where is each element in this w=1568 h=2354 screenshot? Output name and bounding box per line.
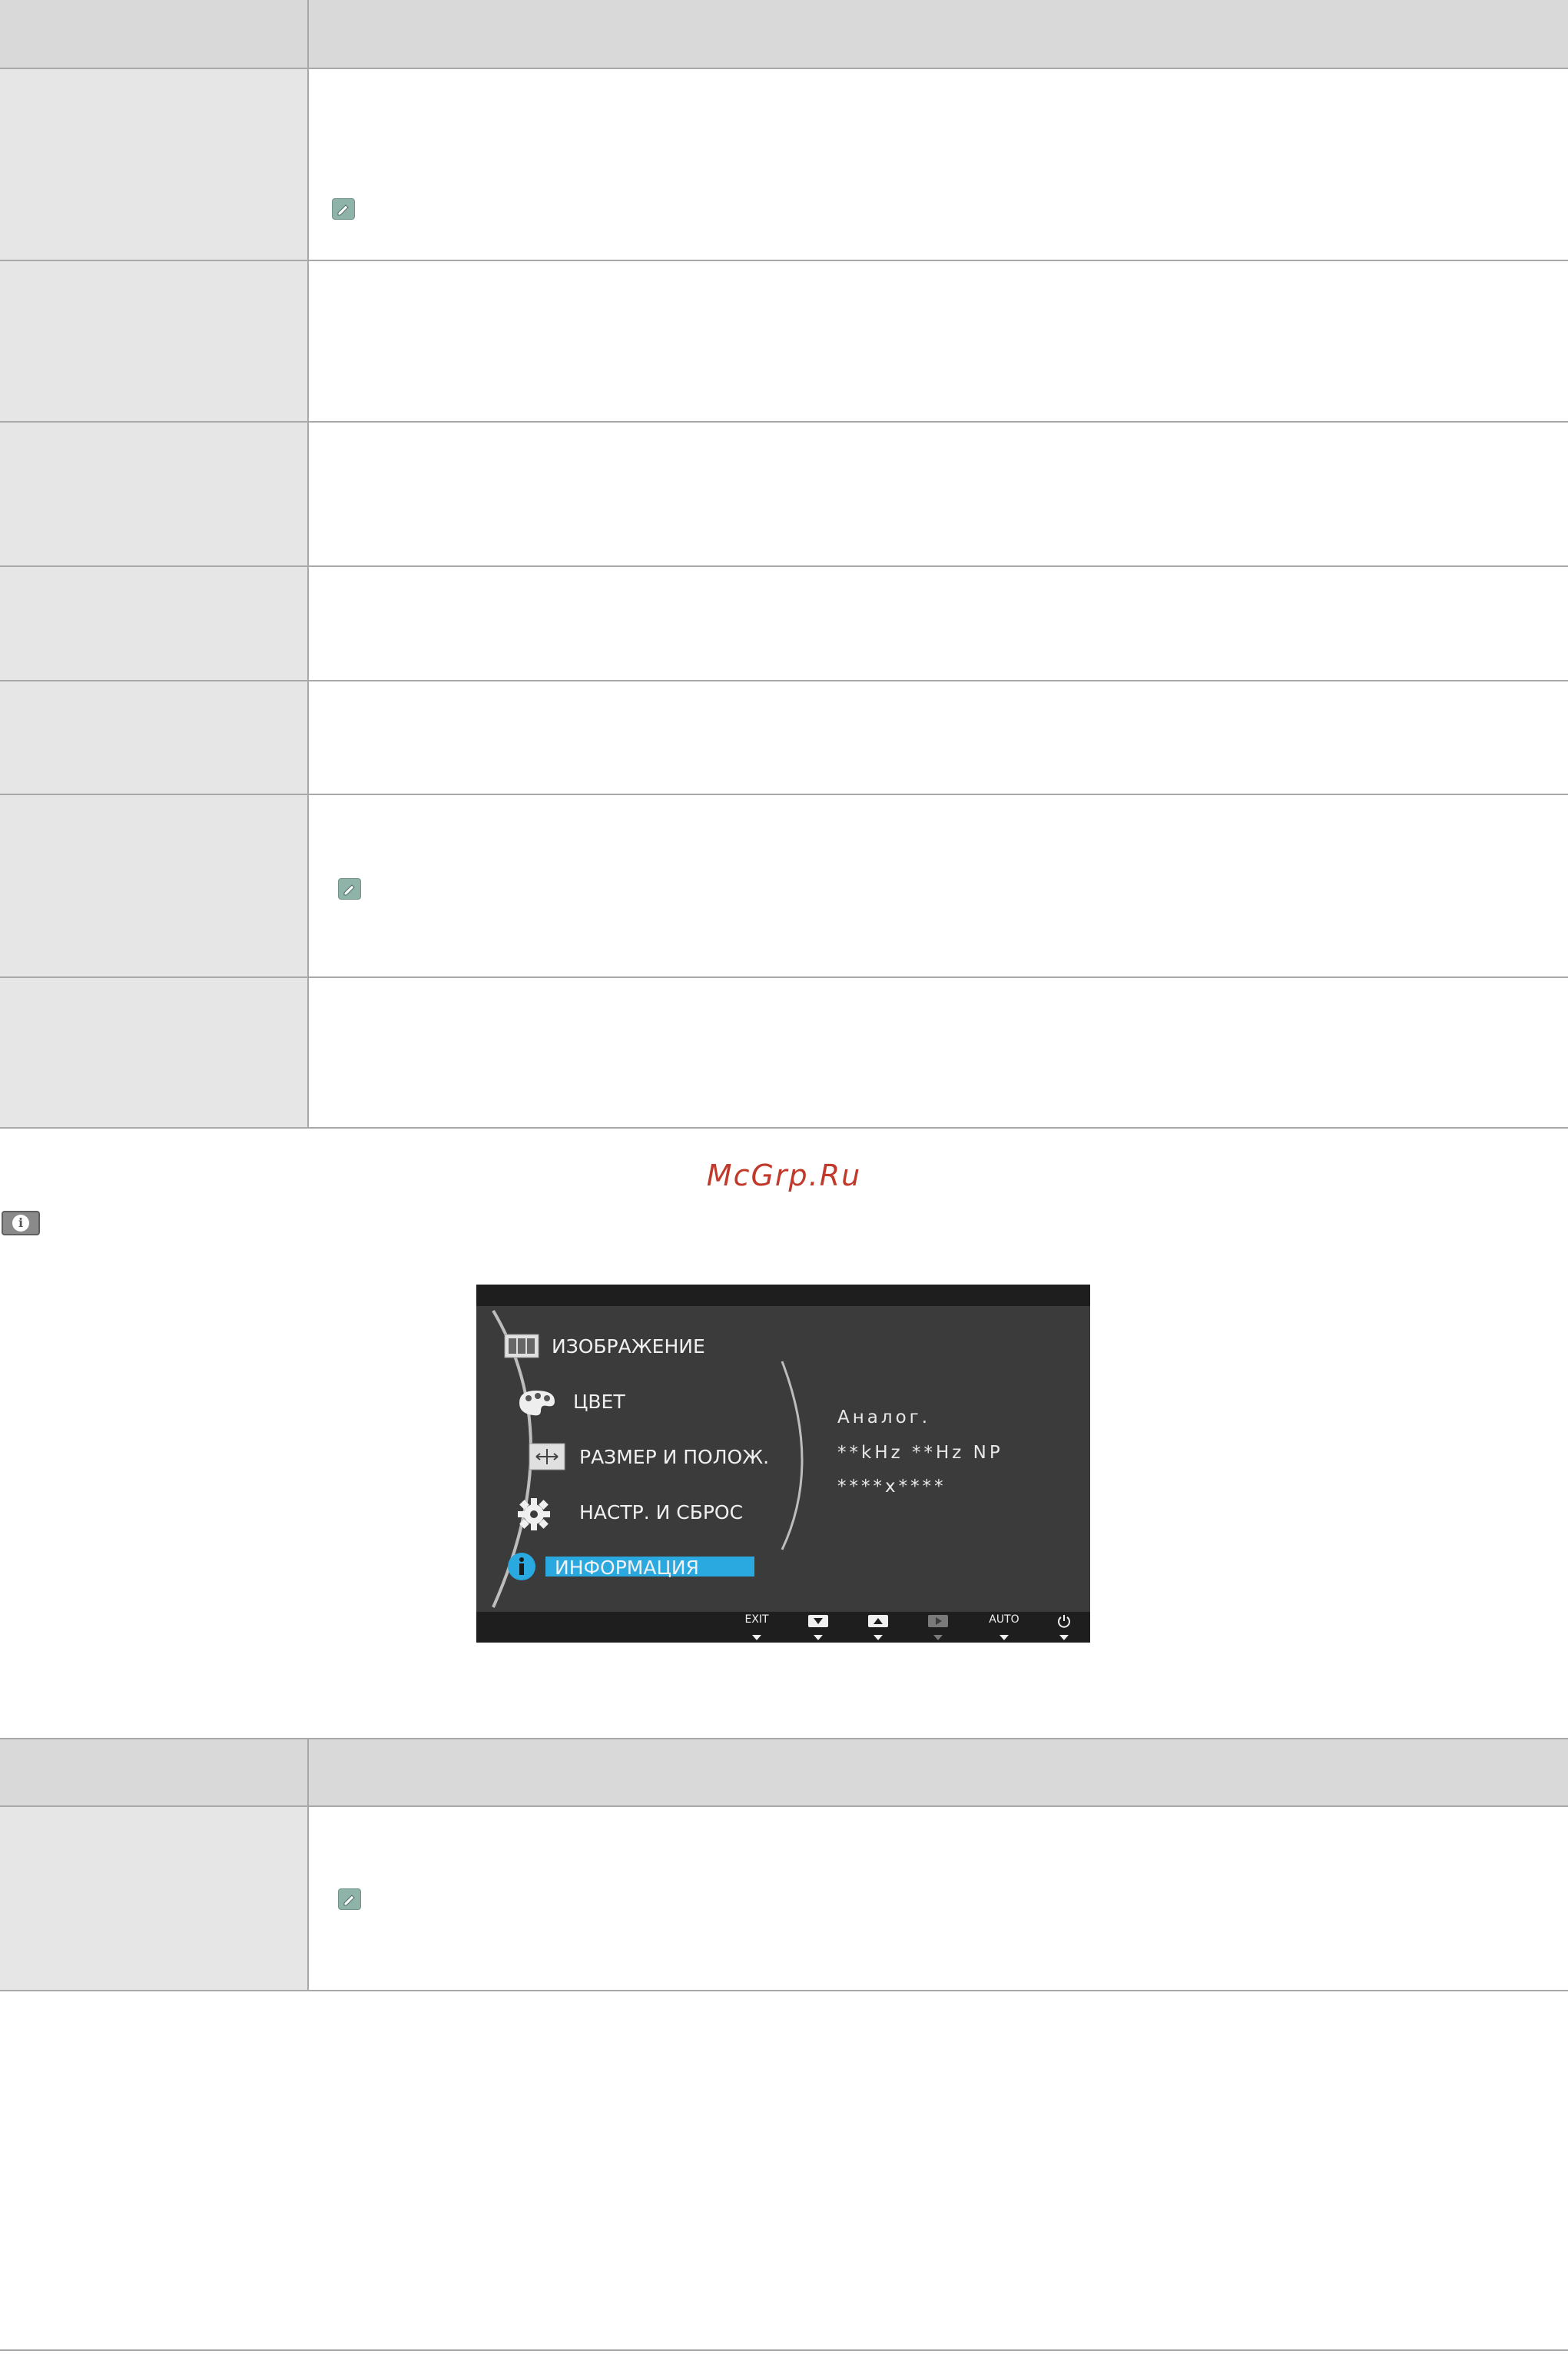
row-label-cell <box>0 1807 309 1990</box>
table2-row-1 <box>0 1807 1568 1991</box>
table2-header-label-cell <box>0 1739 309 1805</box>
osd-down-button[interactable] <box>799 1612 837 1643</box>
row-desc-cell <box>309 1807 1568 1990</box>
up-icon <box>868 1615 888 1627</box>
osd-menu-item-size-position[interactable]: РАЗМЕР И ПОЛОЖ. <box>579 1446 769 1468</box>
row-label-cell <box>0 978 309 1127</box>
down-icon <box>808 1615 828 1627</box>
row-desc-cell <box>309 978 1568 1127</box>
info-section-icon: i <box>2 1211 40 1235</box>
osd-menu-item-setup-reset[interactable]: НАСТР. И СБРОС <box>579 1501 743 1523</box>
osd-auto-button[interactable]: AUTO <box>985 1612 1023 1643</box>
row-label-cell <box>0 261 309 421</box>
picture-icon <box>504 1334 539 1361</box>
osd-menu-item-picture[interactable]: ИЗОБРАЖЕНИЕ <box>552 1335 705 1358</box>
row-label-cell <box>0 423 309 565</box>
table1-row-4 <box>0 567 1568 681</box>
table2-header-row <box>0 1739 1568 1807</box>
row-label-cell <box>0 795 309 976</box>
table1-row-6 <box>0 795 1568 978</box>
osd-exit-button[interactable]: EXIT <box>738 1612 776 1643</box>
row-label-cell <box>0 567 309 680</box>
row-label-cell <box>0 69 309 260</box>
row-desc-cell <box>309 681 1568 794</box>
row-label-cell <box>0 681 309 794</box>
table1-header-label-cell <box>0 0 309 68</box>
osd-enter-button[interactable] <box>919 1612 957 1643</box>
info-icon <box>507 1552 536 1584</box>
table2-header-desc-cell <box>309 1739 1568 1805</box>
osd-menu-item-information[interactable]: ИНФОРМАЦИЯ <box>555 1557 699 1579</box>
note-pencil-icon <box>338 1888 361 1910</box>
table1-header-row <box>0 0 1568 69</box>
row-desc-cell <box>309 69 1568 260</box>
size-position-icon <box>529 1443 565 1474</box>
row-desc-cell <box>309 423 1568 565</box>
page-bottom-rule <box>0 2349 1568 2351</box>
row-desc-cell <box>309 795 1568 976</box>
watermark-text: McGrp.Ru <box>706 1159 862 1192</box>
note-pencil-icon <box>338 878 361 900</box>
osd-menu-screenshot: ИЗОБРАЖЕНИЕ ЦВЕТ РАЗМЕР И ПОЛОЖ. НАСТР. … <box>476 1285 1090 1643</box>
osd-info-frequency: **kHz **Hz NP <box>837 1443 1003 1463</box>
table1-header-desc-cell <box>309 0 1568 68</box>
table1-row-5 <box>0 681 1568 795</box>
enter-icon <box>928 1615 948 1627</box>
table1-row-7 <box>0 978 1568 1129</box>
row-desc-cell <box>309 261 1568 421</box>
note-pencil-icon <box>332 198 355 220</box>
palette-icon <box>516 1388 558 1421</box>
osd-info-signal-type: Аналог. <box>837 1407 931 1427</box>
table1-row-2 <box>0 261 1568 423</box>
table1-row-3 <box>0 423 1568 567</box>
osd-info-resolution: ****x**** <box>837 1477 946 1497</box>
gear-icon <box>516 1497 552 1535</box>
osd-menu-item-color[interactable]: ЦВЕТ <box>573 1391 625 1413</box>
osd-power-button[interactable] <box>1045 1612 1083 1643</box>
osd-up-button[interactable] <box>859 1612 897 1643</box>
row-desc-cell <box>309 567 1568 680</box>
power-icon <box>1057 1614 1071 1631</box>
table1-row-1 <box>0 69 1568 261</box>
